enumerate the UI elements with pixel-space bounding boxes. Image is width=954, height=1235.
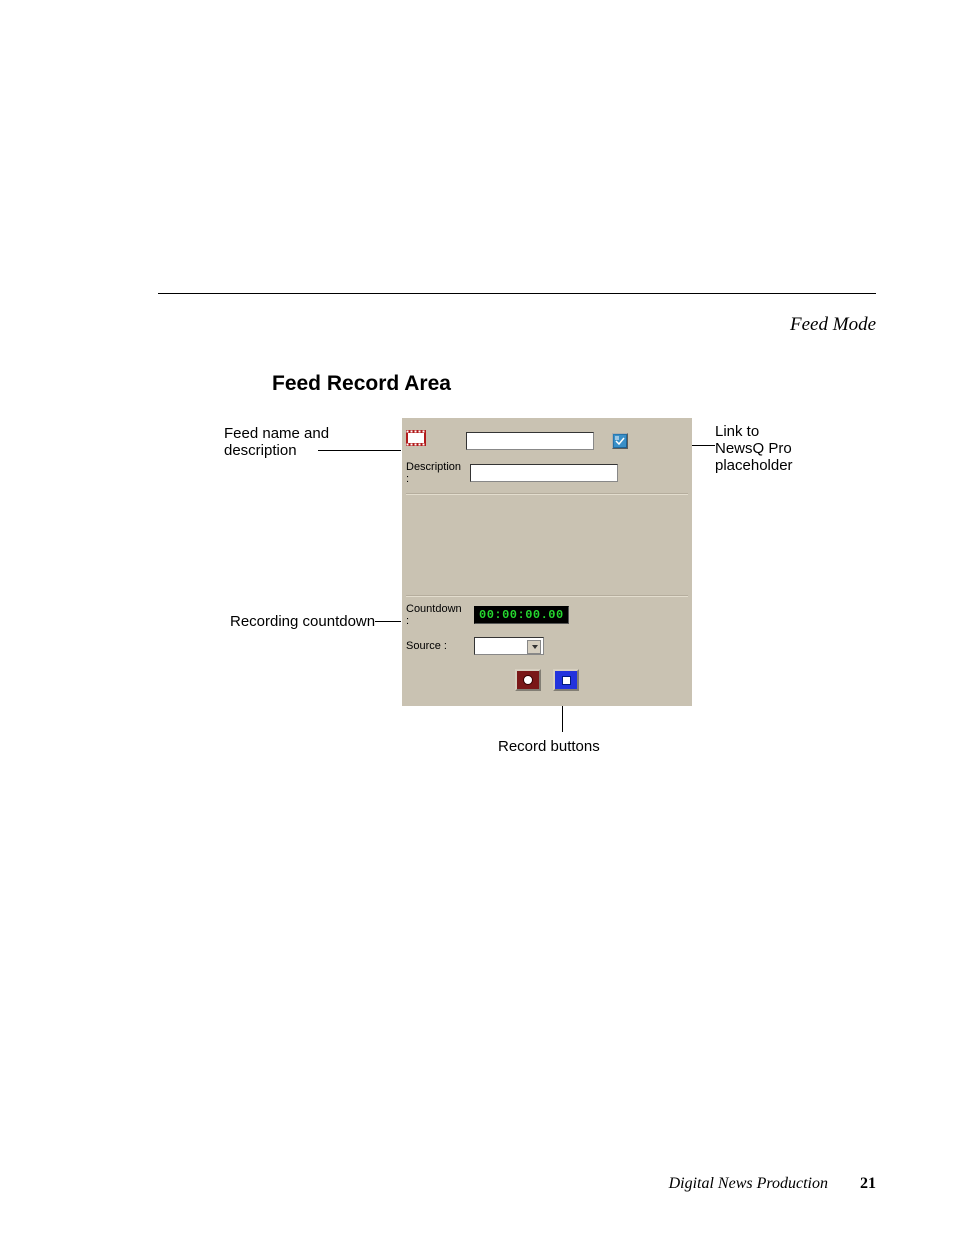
callout-text: description [224, 442, 297, 459]
description-input[interactable] [470, 464, 618, 482]
stop-button[interactable] [553, 669, 579, 691]
section-title: Feed Record Area [272, 372, 451, 396]
callout-leader-line [318, 450, 401, 451]
source-label: Source : [406, 640, 466, 652]
newsq-link-button[interactable] [612, 433, 628, 449]
source-select[interactable] [474, 637, 544, 655]
callout-leader-line [375, 621, 401, 622]
feed-name-input[interactable] [466, 432, 594, 450]
description-label: Description : [406, 461, 462, 485]
callout-text: Link to [715, 423, 759, 440]
countdown-display: 00:00:00.00 [474, 606, 569, 624]
callout-countdown: Recording countdown [230, 613, 375, 630]
stop-icon [562, 676, 571, 685]
page-number: 21 [860, 1175, 876, 1192]
callout-text: Feed name and [224, 425, 329, 442]
header-divider [158, 293, 876, 294]
callout-link-newsq: Link to NewsQ Pro placeholder [715, 423, 793, 474]
footer-title: Digital News Production [669, 1175, 828, 1192]
record-icon [523, 675, 533, 685]
record-button[interactable] [515, 669, 541, 691]
callout-leader-line [562, 704, 563, 732]
countdown-label: Countdown : [406, 603, 466, 627]
callout-text: NewsQ Pro [715, 440, 792, 457]
callout-record-buttons: Record buttons [498, 738, 600, 755]
panel-divider [406, 595, 688, 597]
feed-record-panel: Description : Countdown : 00:00:00.00 So… [402, 418, 692, 706]
callout-text: placeholder [715, 457, 793, 474]
page-header: Feed Mode [790, 314, 876, 336]
page-footer: Digital News Production 21 [669, 1175, 876, 1193]
callout-feed-name: Feed name and description [224, 425, 329, 459]
chevron-down-icon [532, 645, 538, 649]
film-clip-icon [406, 430, 426, 451]
